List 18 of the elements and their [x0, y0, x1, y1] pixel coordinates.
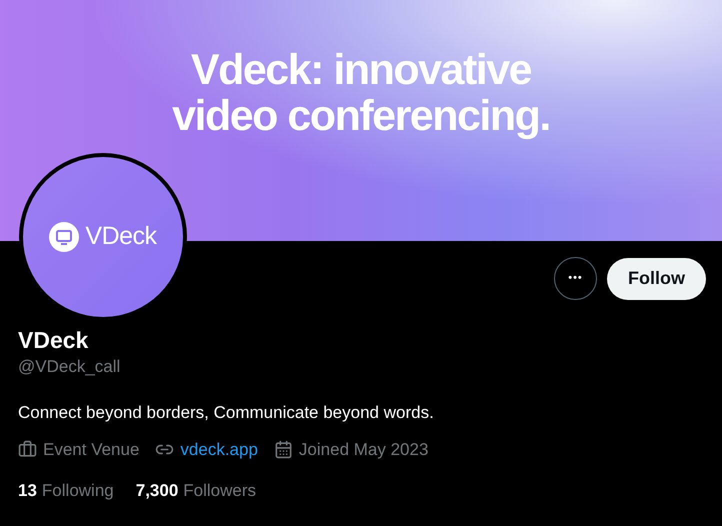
stat-label[interactable]: Followers	[183, 478, 256, 503]
profile-bio: Connect beyond borders, Communicate beyond words.	[18, 402, 435, 424]
profile-info: Event Venue	[43, 439, 140, 461]
monitor-logo-icon	[49, 222, 80, 252]
logo-text: VDeck	[85, 221, 157, 252]
briefcase-icon	[18, 440, 37, 460]
follow-button[interactable]: Follow	[607, 258, 706, 300]
calendar-icon	[274, 440, 293, 460]
banner-headline: Vdeck: innovative	[190, 46, 532, 92]
website-link[interactable]: vdeck.app	[180, 437, 258, 462]
stat-count: 13	[18, 480, 37, 502]
profile-handle: @VDeck_call	[18, 356, 122, 378]
profile-info: Joined May 2023	[298, 439, 428, 461]
banner-headline: video conferencing.	[172, 92, 550, 138]
profile-name: VDeck	[18, 326, 90, 355]
stat-label[interactable]: Following	[42, 478, 114, 503]
stat-count: 7,300	[136, 480, 178, 502]
more-button[interactable]: •••	[554, 257, 597, 300]
